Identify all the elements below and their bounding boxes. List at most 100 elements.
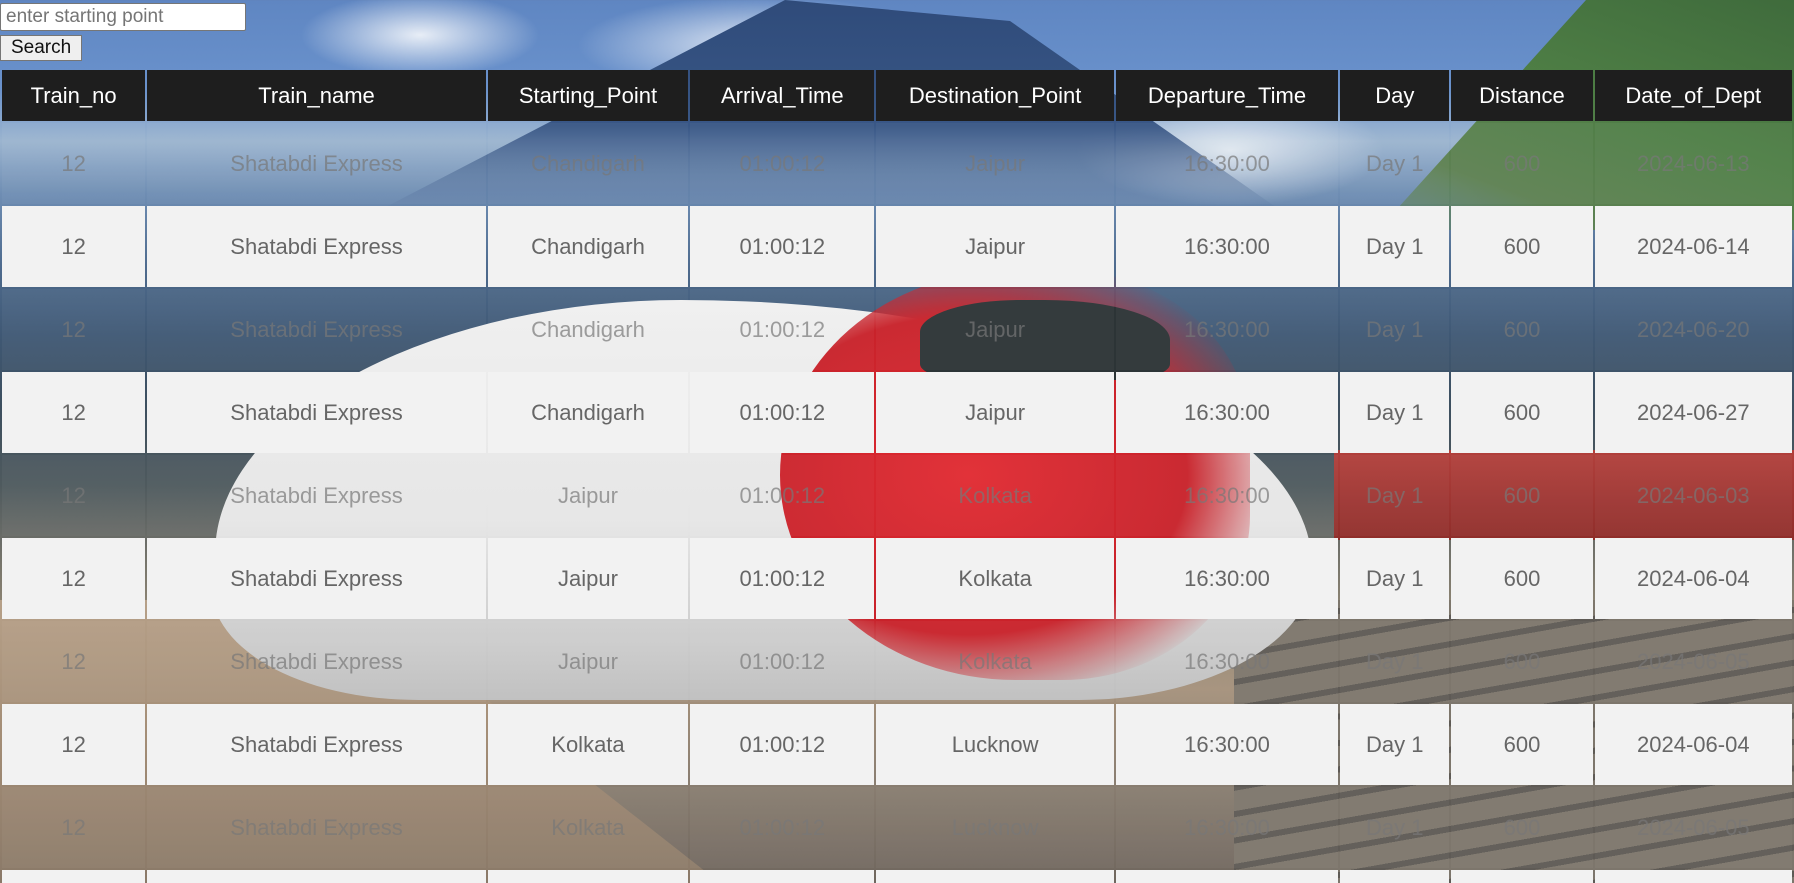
cell-departure-time: 16:30:00 — [1115, 206, 1339, 287]
cell-date-of-dept: 2024-06-14 — [1594, 206, 1792, 287]
cell-starting-point: Jaipur — [487, 538, 689, 619]
cell-date-of-dept: 2024-06-05 — [1594, 787, 1792, 868]
cell-train-no: 12 — [2, 123, 146, 204]
cell-destination-point: Kolkata — [876, 538, 1114, 619]
cell-train-no: 12 — [2, 538, 146, 619]
cell-arrival-time: 01:00:12 — [690, 787, 875, 868]
col-header-train-name[interactable]: Train_name — [147, 70, 486, 121]
cell-distance: 600 — [1451, 372, 1593, 453]
cell-empty — [1340, 870, 1450, 883]
cell-destination-point: Kolkata — [876, 455, 1114, 536]
cell-date-of-dept: 2024-06-13 — [1594, 123, 1792, 204]
cell-day: Day 1 — [1340, 289, 1450, 370]
cell-departure-time: 16:30:00 — [1115, 538, 1339, 619]
table-row: 12 Shatabdi Express Chandigarh 01:00:12 … — [2, 206, 1792, 287]
cell-starting-point: Jaipur — [487, 455, 689, 536]
cell-empty — [2, 870, 146, 883]
cell-train-no: 12 — [2, 704, 146, 785]
cell-distance: 600 — [1451, 704, 1593, 785]
cell-empty — [876, 870, 1114, 883]
cell-destination-point: Jaipur — [876, 123, 1114, 204]
cell-train-name: Shatabdi Express — [147, 455, 486, 536]
cell-train-name: Shatabdi Express — [147, 289, 486, 370]
cell-starting-point: Chandigarh — [487, 123, 689, 204]
header-row: Train_no Train_name Starting_Point Arriv… — [2, 70, 1792, 121]
cell-destination-point: Jaipur — [876, 372, 1114, 453]
cell-train-no: 12 — [2, 206, 146, 287]
cell-train-name: Shatabdi Express — [147, 621, 486, 702]
table-row: 12 Shatabdi Express Chandigarh 01:00:12 … — [2, 372, 1792, 453]
cell-day: Day 1 — [1340, 704, 1450, 785]
cell-starting-point: Kolkata — [487, 704, 689, 785]
table-row: 12 Shatabdi Express Jaipur 01:00:12 Kolk… — [2, 538, 1792, 619]
cell-empty — [1115, 870, 1339, 883]
cell-day: Day 1 — [1340, 123, 1450, 204]
cell-arrival-time: 01:00:12 — [690, 621, 875, 702]
cell-train-name: Shatabdi Express — [147, 372, 486, 453]
col-header-distance[interactable]: Distance — [1451, 70, 1593, 121]
cell-distance: 600 — [1451, 538, 1593, 619]
cell-departure-time: 16:30:00 — [1115, 289, 1339, 370]
table-row: 12 Shatabdi Express Kolkata 01:00:12 Luc… — [2, 704, 1792, 785]
cell-departure-time: 16:30:00 — [1115, 704, 1339, 785]
cell-train-name: Shatabdi Express — [147, 206, 486, 287]
table-row: 12 Shatabdi Express Jaipur 01:00:12 Kolk… — [2, 621, 1792, 702]
cell-arrival-time: 01:00:12 — [690, 206, 875, 287]
search-form: Search — [0, 0, 246, 61]
cell-day: Day 1 — [1340, 206, 1450, 287]
col-header-date-of-dept[interactable]: Date_of_Dept — [1594, 70, 1792, 121]
col-header-arrival-time[interactable]: Arrival_Time — [690, 70, 875, 121]
cell-starting-point: Chandigarh — [487, 289, 689, 370]
table-row: 12 Shatabdi Express Jaipur 01:00:12 Kolk… — [2, 455, 1792, 536]
cell-departure-time: 16:30:00 — [1115, 455, 1339, 536]
trains-table: Train_no Train_name Starting_Point Arriv… — [0, 68, 1794, 883]
col-header-starting-point[interactable]: Starting_Point — [487, 70, 689, 121]
cell-empty — [487, 870, 689, 883]
table-row: 12 Shatabdi Express Chandigarh 01:00:12 … — [2, 289, 1792, 370]
table-row-partial — [2, 870, 1792, 883]
cell-starting-point: Chandigarh — [487, 206, 689, 287]
cell-train-name: Shatabdi Express — [147, 787, 486, 868]
cell-train-no: 12 — [2, 455, 146, 536]
cell-departure-time: 16:30:00 — [1115, 372, 1339, 453]
cell-day: Day 1 — [1340, 455, 1450, 536]
search-button[interactable]: Search — [0, 35, 83, 61]
cell-arrival-time: 01:00:12 — [690, 538, 875, 619]
cell-destination-point: Jaipur — [876, 289, 1114, 370]
cell-arrival-time: 01:00:12 — [690, 704, 875, 785]
cell-train-name: Shatabdi Express — [147, 704, 486, 785]
cell-date-of-dept: 2024-06-03 — [1594, 455, 1792, 536]
col-header-departure-time[interactable]: Departure_Time — [1115, 70, 1339, 121]
cell-empty — [1451, 870, 1593, 883]
cell-train-no: 12 — [2, 787, 146, 868]
cell-arrival-time: 01:00:12 — [690, 289, 875, 370]
table-row: 12 Shatabdi Express Chandigarh 01:00:12 … — [2, 123, 1792, 204]
cell-departure-time: 16:30:00 — [1115, 123, 1339, 204]
col-header-train-no[interactable]: Train_no — [2, 70, 146, 121]
cell-starting-point: Kolkata — [487, 787, 689, 868]
cell-destination-point: Lucknow — [876, 787, 1114, 868]
cell-train-no: 12 — [2, 289, 146, 370]
table-row: 12 Shatabdi Express Kolkata 01:00:12 Luc… — [2, 787, 1792, 868]
cell-empty — [1594, 870, 1792, 883]
cell-distance: 600 — [1451, 455, 1593, 536]
cell-starting-point: Chandigarh — [487, 372, 689, 453]
cell-distance: 600 — [1451, 206, 1593, 287]
cell-empty — [147, 870, 486, 883]
cell-day: Day 1 — [1340, 538, 1450, 619]
cell-departure-time: 16:30:00 — [1115, 621, 1339, 702]
cell-arrival-time: 01:00:12 — [690, 455, 875, 536]
col-header-destination-point[interactable]: Destination_Point — [876, 70, 1114, 121]
cell-train-no: 12 — [2, 372, 146, 453]
cell-destination-point: Kolkata — [876, 621, 1114, 702]
cell-date-of-dept: 2024-06-04 — [1594, 538, 1792, 619]
cell-distance: 600 — [1451, 289, 1593, 370]
cell-destination-point: Lucknow — [876, 704, 1114, 785]
search-input[interactable] — [0, 3, 246, 31]
cell-date-of-dept: 2024-06-27 — [1594, 372, 1792, 453]
col-header-day[interactable]: Day — [1340, 70, 1450, 121]
cell-date-of-dept: 2024-06-04 — [1594, 704, 1792, 785]
cell-train-name: Shatabdi Express — [147, 123, 486, 204]
cell-distance: 600 — [1451, 621, 1593, 702]
cell-departure-time: 16:30:00 — [1115, 787, 1339, 868]
